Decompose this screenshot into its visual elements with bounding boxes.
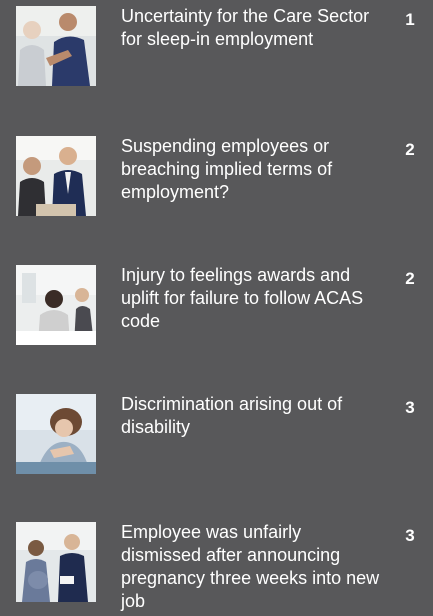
page-number[interactable]: 3 — [398, 526, 422, 546]
entry-title[interactable]: Injury to feelings awards and uplift for… — [121, 264, 383, 333]
contents-entry[interactable]: Uncertainty for the Care Sector for slee… — [0, 0, 433, 100]
distressed-employee-photo — [16, 265, 96, 345]
contents-entry[interactable]: Suspending employees or breaching implie… — [0, 130, 433, 230]
page-number[interactable]: 2 — [398, 269, 422, 289]
entry-title[interactable]: Suspending employees or breaching implie… — [121, 135, 383, 204]
entry-title[interactable]: Discrimination arising out of disability — [121, 393, 383, 439]
entry-title[interactable]: Uncertainty for the Care Sector for slee… — [121, 5, 383, 51]
entry-title[interactable]: Employee was unfairly dismissed after an… — [121, 521, 383, 613]
contents-entry[interactable]: Discrimination arising out of disability… — [0, 388, 433, 488]
page-number[interactable]: 1 — [398, 10, 422, 30]
carer-helping-elderly-man-photo — [16, 6, 96, 86]
contents-list: Uncertainty for the Care Sector for slee… — [0, 0, 433, 616]
pregnant-employee-photo — [16, 522, 96, 602]
page-number[interactable]: 2 — [398, 140, 422, 160]
upset-woman-photo — [16, 394, 96, 474]
page-number[interactable]: 3 — [398, 398, 422, 418]
contents-entry[interactable]: Injury to feelings awards and uplift for… — [0, 259, 433, 359]
contents-entry[interactable]: Employee was unfairly dismissed after an… — [0, 516, 433, 616]
office-meeting-photo — [16, 136, 96, 216]
